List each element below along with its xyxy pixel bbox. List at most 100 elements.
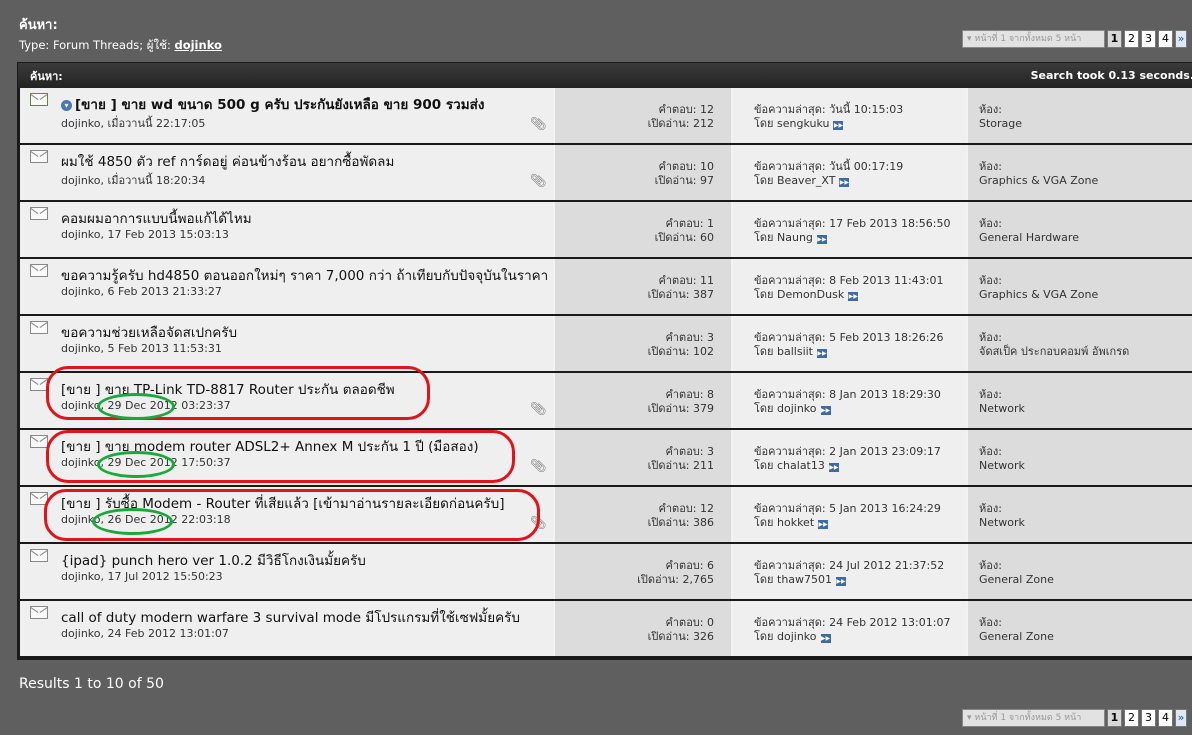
last-post-user[interactable]: Beaver_XT (777, 174, 835, 187)
thread-title[interactable]: [ขาย ] ขาย TP-Link TD-8817 Router ประกัน… (61, 378, 551, 400)
thread-title[interactable]: ผมใช้ 4850 ตัว ref การ์ดอยู่ ค่อนข้างร้อ… (61, 150, 551, 172)
go-to-last-post-icon[interactable]: ▶▶ (820, 406, 831, 415)
page-3-link[interactable]: 3 (1141, 30, 1156, 48)
page-jump-dropdown[interactable]: ▾ หน้าที่ 1 จากทั้งหมด 5 หน้า (962, 709, 1105, 727)
thread-row[interactable]: ผมใช้ 4850 ตัว ref การ์ดอยู่ ค่อนข้างร้อ… (20, 145, 1192, 200)
thread-row[interactable]: ขอความช่วยเหลือจัดสเปกครับ dojinko, 5 Feb… (20, 316, 1192, 371)
thread-title[interactable]: {ipad} punch hero ver 1.0.2 มีวิธีโกงเงิ… (61, 549, 551, 571)
forum-name[interactable]: จัดสเป็ค ประกอบคอมพ์ อัพเกรด (979, 345, 1129, 359)
thread-stats-cell: คำตอบ: 3 เปิดอ่าน: 211 (555, 430, 731, 485)
next-page-link[interactable]: » (1175, 709, 1187, 727)
next-page-link[interactable]: » (1175, 30, 1187, 48)
forum-name[interactable]: Network (979, 402, 1025, 416)
thread-title[interactable]: ▾ [ขาย ] ขาย wd ขนาด 500 g ครับ ประกันยัง… (61, 93, 551, 115)
last-post-user[interactable]: chalat13 (777, 459, 825, 472)
last-post-time: 5 Feb 2013 18:26:26 (829, 331, 944, 344)
thread-row[interactable]: [ขาย ] ขาย modem router ADSL2+ Annex M ป… (20, 430, 1192, 485)
search-results-box: ค้นหา: Search took 0.13 seconds. ▾ [ขาย ]… (17, 62, 1192, 660)
page-4-link[interactable]: 4 (1158, 709, 1173, 727)
page-2-link[interactable]: 2 (1124, 709, 1139, 727)
page-title: ค้นหา: (19, 18, 58, 33)
page-3-link[interactable]: 3 (1141, 709, 1156, 727)
thread-info-cell: ▾ [ขาย ] ขาย wd ขนาด 500 g ครับ ประกันยัง… (20, 88, 553, 143)
go-to-last-post-icon[interactable]: ▶▶ (818, 520, 829, 529)
view-count: 386 (693, 516, 714, 529)
thread-title[interactable]: [ขาย ] ขาย modem router ADSL2+ Annex M ป… (61, 435, 551, 457)
last-post-time: วันนี้ 10:15:03 (829, 103, 904, 116)
thread-stats-cell: คำตอบ: 10 เปิดอ่าน: 97 (555, 145, 731, 200)
thread-row[interactable]: [ขาย ] ขาย TP-Link TD-8817 Router ประกัน… (20, 373, 1192, 428)
thread-title[interactable]: ขอความช่วยเหลือจัดสเปกครับ (61, 321, 551, 343)
go-to-last-post-icon[interactable]: ▶▶ (828, 463, 839, 472)
last-post-user[interactable]: DemonDusk (777, 288, 844, 301)
thread-title-text[interactable]: [ขาย ] รับซื้อ Modem - Router ที่เสียแล้… (61, 496, 505, 512)
forum-cell: ห้อง: จัดสเป็ค ประกอบคอมพ์ อัพเกรด (968, 316, 1192, 371)
thread-stats-cell: คำตอบ: 12 เปิดอ่าน: 212 (555, 88, 731, 143)
thread-title-text[interactable]: ขอความช่วยเหลือจัดสเปกครับ (61, 325, 237, 341)
thread-row[interactable]: [ขาย ] รับซื้อ Modem - Router ที่เสียแล้… (20, 487, 1192, 542)
forum-name[interactable]: General Hardware (979, 231, 1079, 245)
thread-title-text[interactable]: {ipad} punch hero ver 1.0.2 มีวิธีโกงเงิ… (61, 553, 366, 569)
go-to-last-post-icon[interactable]: ▶▶ (833, 121, 844, 130)
forum-name[interactable]: Network (979, 459, 1025, 473)
thread-row[interactable]: ▾ [ขาย ] ขาย wd ขนาด 500 g ครับ ประกันยัง… (20, 88, 1192, 143)
thread-title-text[interactable]: [ขาย ] ขาย TP-Link TD-8817 Router ประกัน… (61, 382, 395, 398)
thread-title-text[interactable]: ขอความรู้ครับ hd4850 ตอนออกใหม่ๆ ราคา 7,… (61, 268, 548, 284)
last-post-cell: ข้อความล่าสุด: 5 Jan 2013 16:24:29 โดย ho… (733, 487, 966, 542)
thread-title-text[interactable]: ผมใช้ 4850 ตัว ref การ์ดอยู่ ค่อนข้างร้อ… (61, 154, 394, 170)
last-post-user[interactable]: thaw7501 (777, 573, 832, 586)
go-to-last-post-icon[interactable]: ▶▶ (848, 292, 859, 301)
view-count: 211 (693, 459, 714, 472)
go-to-last-post-icon[interactable]: ▶▶ (817, 349, 827, 358)
view-count: 387 (693, 288, 714, 301)
go-to-last-post-icon[interactable]: ▶▶ (839, 178, 850, 187)
last-post-user[interactable]: sengkuku (777, 117, 829, 130)
paperclip-icon: 📎︎ (530, 174, 547, 189)
forum-name[interactable]: Graphics & VGA Zone (979, 288, 1098, 302)
thread-row[interactable]: คอมผมอาการแบบนี้พอแก้ได้ไหม dojinko, 17 F… (20, 202, 1192, 257)
thread-row[interactable]: call of duty modern warfare 3 survival m… (20, 601, 1192, 656)
thread-row[interactable]: ขอความรู้ครับ hd4850 ตอนออกใหม่ๆ ราคา 7,… (20, 259, 1192, 314)
page-1-link[interactable]: 1 (1107, 30, 1122, 48)
forum-name[interactable]: Storage (979, 117, 1022, 131)
forum-cell: ห้อง: General Zone (968, 601, 1192, 656)
last-post-cell: ข้อความล่าสุด: วันนี้ 00:17:19 โดย Beaver… (733, 145, 966, 200)
page-jump-dropdown[interactable]: ▾ หน้าที่ 1 จากทั้งหมด 5 หน้า (962, 30, 1105, 48)
last-post-time: 24 Jul 2012 21:37:52 (829, 559, 945, 572)
thread-info-cell: ผมใช้ 4850 ตัว ref การ์ดอยู่ ค่อนข้างร้อ… (20, 145, 553, 200)
user-link[interactable]: dojinko (174, 38, 221, 52)
forum-name[interactable]: General Zone (979, 630, 1054, 644)
thread-title[interactable]: call of duty modern warfare 3 survival m… (61, 606, 551, 628)
last-post-time: 5 Jan 2013 16:24:29 (829, 502, 941, 515)
thread-title-text[interactable]: call of duty modern warfare 3 survival m… (61, 610, 520, 626)
last-post-user[interactable]: ballsiit (777, 345, 813, 358)
last-post-user[interactable]: Naung (777, 231, 813, 244)
go-to-last-post-icon[interactable]: ▶▶ (820, 634, 831, 643)
thread-title[interactable]: คอมผมอาการแบบนี้พอแก้ได้ไหม (61, 207, 551, 229)
forum-cell: ห้อง: General Zone (968, 544, 1192, 599)
page-4-link[interactable]: 4 (1158, 30, 1173, 48)
forum-cell: ห้อง: Network (968, 373, 1192, 428)
forum-name[interactable]: Graphics & VGA Zone (979, 174, 1098, 188)
go-to-last-post-icon[interactable]: ▶▶ (816, 235, 827, 244)
page-1-link[interactable]: 1 (1107, 709, 1122, 727)
new-post-icon[interactable]: ▾ (61, 100, 72, 111)
thread-byline: dojinko, เมื่อวานนี้ 22:17:05 (61, 117, 206, 130)
last-post-time: 24 Feb 2012 13:01:07 (829, 616, 951, 629)
results-header: ค้นหา: Search took 0.13 seconds. (18, 63, 1192, 88)
thread-byline: dojinko, 6 Feb 2013 21:33:27 (61, 285, 222, 298)
forum-name[interactable]: Network (979, 516, 1025, 530)
last-post-user[interactable]: hokket (777, 516, 814, 529)
thread-row[interactable]: {ipad} punch hero ver 1.0.2 มีวิธีโกงเงิ… (20, 544, 1192, 599)
thread-title-text[interactable]: [ขาย ] ขาย wd ขนาด 500 g ครับ ประกันยังเ… (75, 97, 484, 113)
thread-title-text[interactable]: คอมผมอาการแบบนี้พอแก้ได้ไหม (61, 211, 252, 227)
thread-title[interactable]: ขอความรู้ครับ hd4850 ตอนออกใหม่ๆ ราคา 7,… (61, 264, 551, 286)
forum-name[interactable]: General Zone (979, 573, 1054, 587)
go-to-last-post-icon[interactable]: ▶▶ (836, 577, 847, 586)
thread-title[interactable]: [ขาย ] รับซื้อ Modem - Router ที่เสียแล้… (61, 492, 551, 514)
last-post-user[interactable]: dojinko (777, 402, 817, 415)
page-2-link[interactable]: 2 (1124, 30, 1139, 48)
thread-info-cell: ขอความรู้ครับ hd4850 ตอนออกใหม่ๆ ราคา 7,… (20, 259, 553, 314)
thread-title-text[interactable]: [ขาย ] ขาย modem router ADSL2+ Annex M ป… (61, 439, 479, 455)
last-post-user[interactable]: dojinko (777, 630, 817, 643)
